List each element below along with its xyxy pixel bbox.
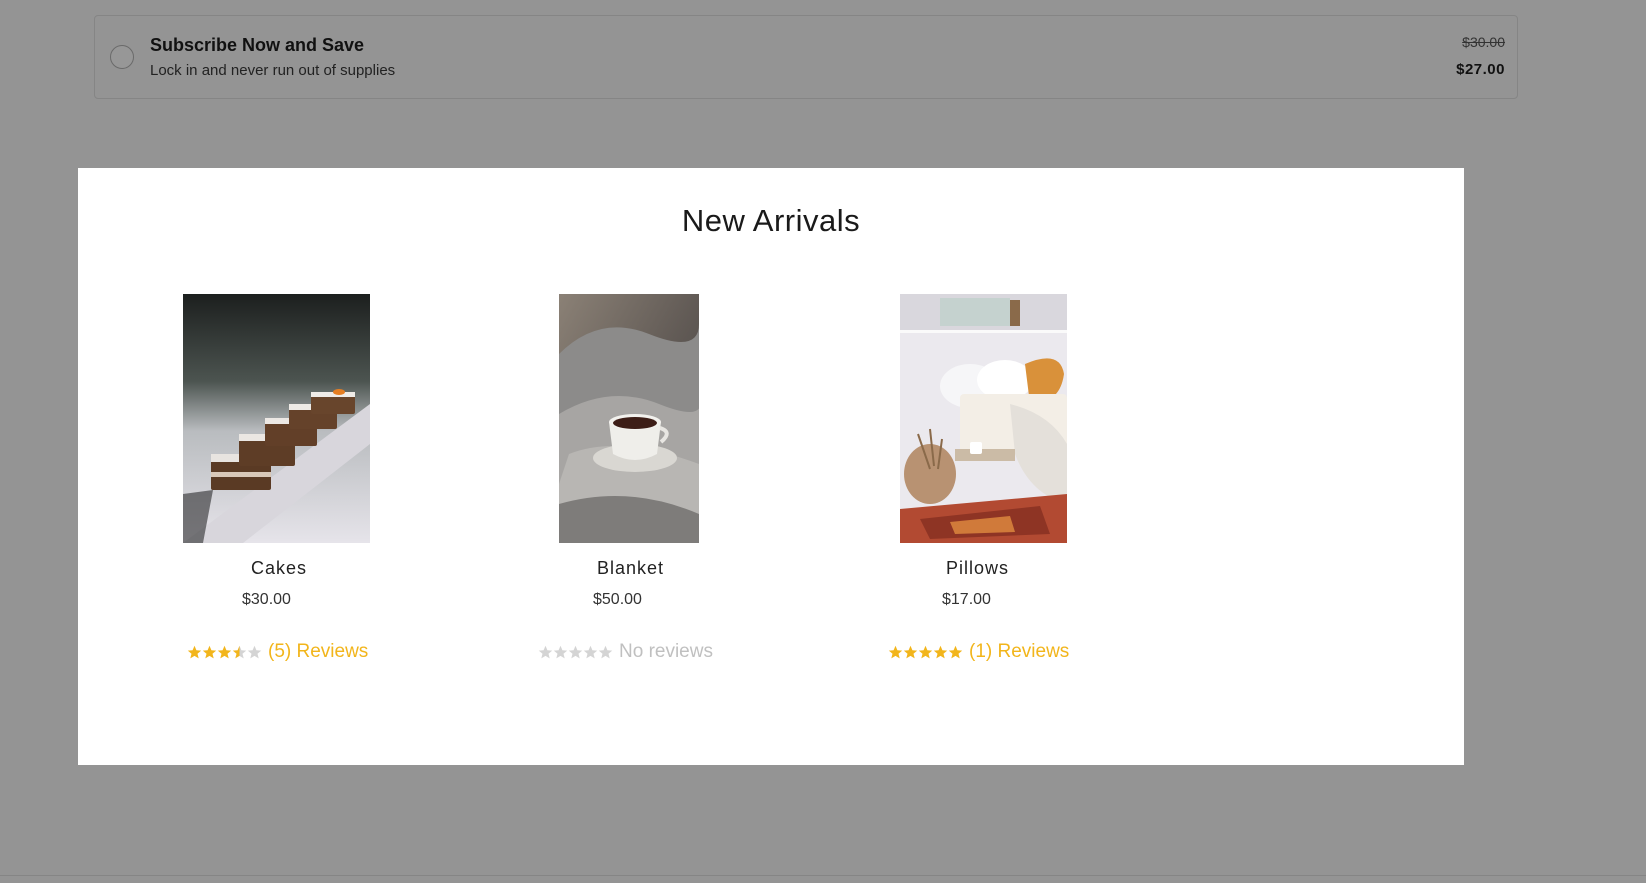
star-icon xyxy=(933,645,948,658)
original-price: $30.00 xyxy=(1462,34,1505,50)
product-rating-blanket: No reviews xyxy=(538,641,713,663)
star-icon xyxy=(187,645,202,658)
star-icon xyxy=(568,645,583,658)
subscribe-option[interactable]: Subscribe Now and Save Lock in and never… xyxy=(94,15,1518,99)
star-icon xyxy=(538,645,553,658)
star-rating-pillows xyxy=(888,645,963,660)
modal-title: New Arrivals xyxy=(681,203,861,238)
product-name-blanket[interactable]: Blanket xyxy=(597,558,664,579)
product-image-blanket[interactable] xyxy=(559,294,699,543)
star-icon xyxy=(247,645,262,658)
product-name-cakes[interactable]: Cakes xyxy=(251,558,307,579)
reviews-link-pillows[interactable]: (1) Reviews xyxy=(969,641,1069,663)
star-icon xyxy=(903,645,918,658)
product-name-pillows[interactable]: Pillows xyxy=(946,558,1009,579)
star-rating-cakes xyxy=(187,645,262,660)
star-rating-blanket xyxy=(538,645,613,660)
reviews-link-cakes[interactable]: (5) Reviews xyxy=(268,641,368,663)
product-rating-pillows: (1) Reviews xyxy=(888,641,1069,663)
product-rating-cakes: (5) Reviews xyxy=(187,641,368,663)
star-icon xyxy=(553,645,568,658)
sale-price: $27.00 xyxy=(1456,61,1505,78)
subscribe-title: Subscribe Now and Save xyxy=(150,35,365,55)
new-arrivals-modal: New Arrivals Cakes $30.00 (5) Reviews Bl… xyxy=(78,168,1464,765)
subscribe-radio[interactable] xyxy=(110,45,134,69)
star-icon xyxy=(232,645,247,658)
product-price-cakes: $30.00 xyxy=(242,591,291,608)
star-icon xyxy=(918,645,933,658)
subscribe-description: Lock in and never run out of supplies xyxy=(150,62,396,79)
star-icon xyxy=(888,645,903,658)
star-icon xyxy=(598,645,613,658)
product-image-cakes[interactable] xyxy=(183,294,370,543)
product-price-blanket: $50.00 xyxy=(593,591,642,608)
star-icon xyxy=(948,645,963,658)
star-icon xyxy=(583,645,598,658)
product-image-pillows[interactable] xyxy=(900,294,1067,543)
star-icon xyxy=(217,645,232,658)
no-reviews-label: No reviews xyxy=(619,641,713,662)
product-price-pillows: $17.00 xyxy=(942,591,991,608)
page-divider xyxy=(0,875,1646,876)
star-icon xyxy=(202,645,217,658)
